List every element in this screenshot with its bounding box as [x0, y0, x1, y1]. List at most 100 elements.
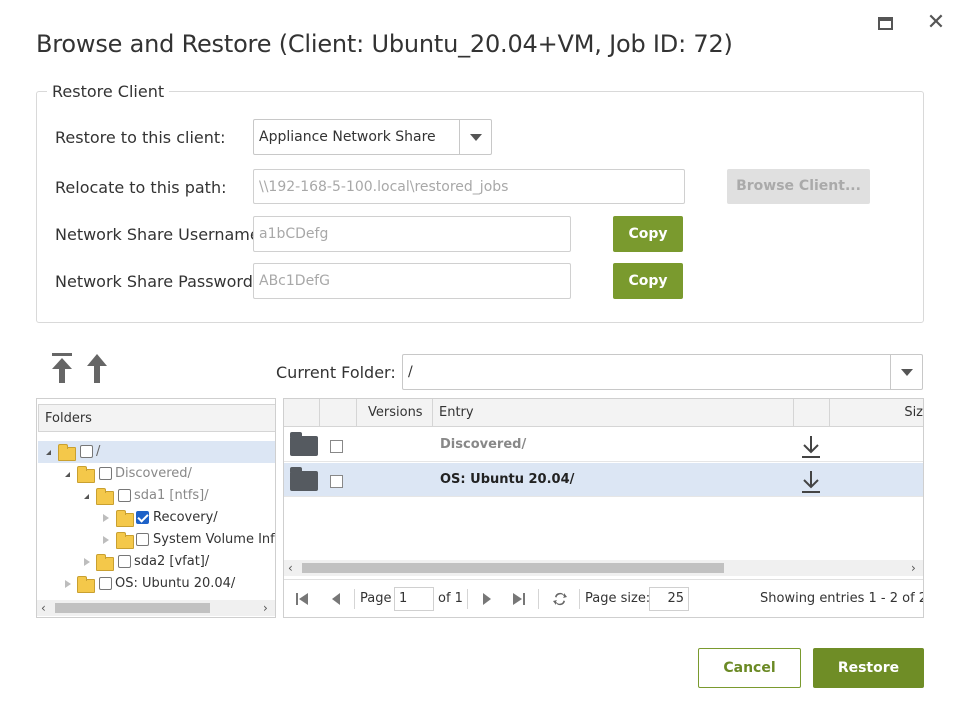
folder-icon — [116, 510, 134, 527]
table-row[interactable]: Discovered/ — [284, 428, 923, 462]
tree-node-label: OS: Ubuntu 20.04/ — [115, 576, 236, 591]
entry-name[interactable]: Discovered/ — [440, 428, 526, 462]
table-row[interactable]: OS: Ubuntu 20.04/ — [284, 463, 923, 497]
password-input[interactable]: ABc1DefG — [253, 263, 571, 299]
tree-checkbox-checked[interactable] — [136, 511, 149, 524]
folders-panel: Folders / Discovered/ sda1 [ntfs]/ Recov… — [36, 398, 276, 618]
username-input[interactable]: a1bCDefg — [253, 216, 571, 252]
previous-page-icon[interactable] — [328, 591, 344, 607]
tree-node-label: / — [96, 444, 101, 459]
dialog-title: Browse and Restore (Client: Ubuntu_20.04… — [36, 30, 733, 58]
row-checkbox[interactable] — [330, 475, 343, 488]
column-icon — [284, 399, 320, 427]
expand-toggle-icon[interactable] — [103, 514, 109, 522]
copy-username-button[interactable]: Copy — [613, 216, 683, 252]
entries-summary: Showing entries 1 - 2 of 2 — [760, 591, 924, 606]
tree-node-os-ubuntu[interactable]: OS: Ubuntu 20.04/ — [38, 573, 275, 595]
folders-horizontal-scrollbar[interactable]: ‹ › — [37, 600, 275, 616]
folder-icon — [290, 432, 318, 456]
download-icon[interactable] — [801, 470, 821, 494]
browse-client-button[interactable]: Browse Client... — [727, 169, 870, 204]
tree-checkbox[interactable] — [99, 577, 112, 590]
download-icon[interactable] — [801, 435, 821, 459]
tree-checkbox[interactable] — [99, 467, 112, 480]
refresh-icon[interactable] — [552, 591, 568, 607]
tree-node-label: sda2 [vfat]/ — [134, 554, 210, 569]
row-checkbox[interactable] — [330, 440, 343, 453]
expand-toggle-icon[interactable] — [65, 580, 71, 588]
restore-client-value: Appliance Network Share — [259, 129, 436, 145]
scrollbar-thumb[interactable] — [302, 563, 724, 573]
folder-icon — [116, 532, 134, 549]
tree-checkbox[interactable] — [80, 445, 93, 458]
expand-toggle-icon[interactable] — [103, 536, 109, 544]
chevron-down-icon[interactable] — [901, 369, 913, 376]
tree-node-discovered[interactable]: Discovered/ — [38, 463, 275, 485]
copy-password-button[interactable]: Copy — [613, 263, 683, 299]
scroll-right-icon[interactable]: › — [911, 562, 916, 574]
tree-checkbox[interactable] — [118, 489, 131, 502]
chevron-down-icon[interactable] — [470, 134, 482, 141]
tree-node-label: System Volume Info — [153, 532, 276, 547]
restore-client-label: Restore to this client: — [55, 128, 226, 147]
tree-node-label: Discovered/ — [115, 466, 192, 481]
tree-node-sda1[interactable]: sda1 [ntfs]/ — [38, 485, 275, 507]
column-size[interactable]: Size — [830, 399, 923, 427]
page-label: Page — [360, 591, 392, 606]
go-up-icon[interactable] — [85, 352, 109, 384]
close-icon[interactable]: ✕ — [925, 12, 947, 34]
restore-client-select[interactable]: Appliance Network Share — [253, 119, 492, 155]
first-page-icon[interactable] — [294, 591, 310, 607]
tree-node-label: Recovery/ — [153, 510, 218, 525]
expand-toggle-icon[interactable] — [46, 450, 51, 455]
scroll-left-icon[interactable]: ‹ — [288, 562, 293, 574]
expand-toggle-icon[interactable] — [84, 558, 90, 566]
folder-icon — [77, 576, 95, 593]
tree-checkbox[interactable] — [118, 555, 131, 568]
cancel-button[interactable]: Cancel — [698, 648, 801, 688]
pager: Page 1 of 1 Page size: 25 Showing entrie… — [284, 579, 923, 617]
scroll-right-icon[interactable]: › — [263, 602, 268, 614]
page-size-label: Page size: — [585, 591, 651, 606]
page-number-input[interactable]: 1 — [394, 587, 434, 611]
folder-open-icon — [96, 488, 114, 505]
current-folder-select[interactable]: / — [402, 354, 923, 390]
tree-node-root[interactable]: / — [38, 441, 275, 463]
tree-checkbox[interactable] — [136, 533, 149, 546]
expand-toggle-icon[interactable] — [84, 494, 89, 499]
last-page-icon[interactable] — [511, 591, 527, 607]
relocate-path-label: Relocate to this path: — [55, 178, 227, 197]
tree-node-label: sda1 [ntfs]/ — [134, 488, 209, 503]
next-page-icon[interactable] — [479, 591, 495, 607]
folders-header: Folders — [38, 404, 275, 432]
scrollbar-thumb[interactable] — [55, 603, 210, 613]
username-label: Network Share Username: — [55, 225, 266, 244]
entries-grid: Versions Entry Size Discovered/ OS: Ubun… — [283, 398, 924, 618]
column-select[interactable] — [320, 399, 357, 427]
page-size-input[interactable]: 25 — [649, 587, 689, 611]
grid-horizontal-scrollbar[interactable]: ‹ › — [284, 560, 923, 576]
relocate-path-input[interactable]: \\192-168-5-100.local\restored_jobs — [253, 169, 685, 204]
expand-toggle-icon[interactable] — [65, 472, 70, 477]
folder-icon — [290, 467, 318, 491]
scroll-left-icon[interactable]: ‹ — [41, 602, 46, 614]
go-to-top-icon[interactable] — [50, 352, 74, 384]
restore-button[interactable]: Restore — [813, 648, 924, 688]
column-versions[interactable]: Versions — [357, 399, 433, 427]
current-folder-value: / — [408, 364, 413, 380]
folder-open-icon — [58, 444, 76, 461]
folder-open-icon — [77, 466, 95, 483]
column-download — [794, 399, 830, 427]
current-folder-label: Current Folder: — [276, 363, 396, 382]
column-size-label: Size — [904, 405, 923, 420]
folder-icon — [96, 554, 114, 571]
maximize-icon[interactable] — [874, 12, 896, 34]
grid-header: Versions Entry Size — [284, 399, 923, 427]
restore-client-legend: Restore Client — [52, 82, 165, 101]
tree-node-system-volume-info[interactable]: System Volume Info — [38, 529, 276, 551]
tree-node-sda2[interactable]: sda2 [vfat]/ — [38, 551, 275, 573]
page-count-label: of 1 — [438, 591, 463, 606]
column-entry[interactable]: Entry — [433, 399, 794, 427]
tree-node-recovery[interactable]: Recovery/ — [38, 507, 275, 529]
entry-name[interactable]: OS: Ubuntu 20.04/ — [440, 463, 574, 497]
